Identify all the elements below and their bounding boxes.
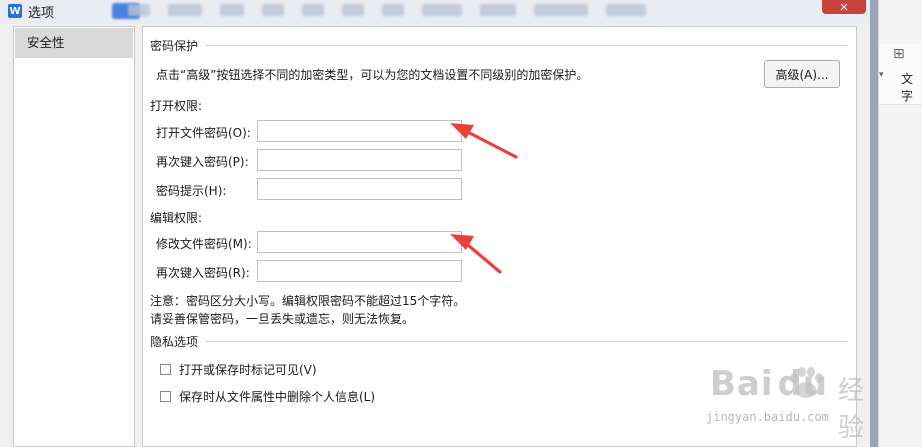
open-password-confirm-label: 再次键入密码(P): <box>156 155 249 169</box>
password-protection-title: 密码保护 <box>150 39 199 53</box>
red-arrow-annotation <box>450 234 502 274</box>
red-arrow-annotation <box>450 123 518 159</box>
privacy-option-mark-visible[interactable]: 打开或保存时标记可见(V) <box>160 361 317 378</box>
open-permission-title: 打开权限: <box>150 99 203 113</box>
advanced-button[interactable]: 高级(A)... <box>764 60 840 88</box>
checkbox-label: 保存时从文件属性中删除个人信息(L) <box>179 390 376 404</box>
close-icon: ✕ <box>839 0 849 14</box>
background-app-panel: ▾ 文字 ⊞ <box>878 0 922 447</box>
dialog-title-bar: W 选项 <box>0 0 870 22</box>
modify-password-field[interactable] <box>257 231 462 253</box>
open-password-field[interactable] <box>257 120 462 142</box>
open-password-confirm-field[interactable] <box>257 149 462 171</box>
modify-password-label: 修改文件密码(M): <box>156 237 252 251</box>
watermark-url: jingyan.baidu.com <box>706 410 829 424</box>
close-button[interactable]: ✕ <box>822 0 866 14</box>
modify-password-confirm-field[interactable] <box>257 260 462 282</box>
checkbox[interactable] <box>160 364 171 375</box>
dialog-title: 选项 <box>28 5 55 21</box>
privacy-option-remove-personal-info[interactable]: 保存时从文件属性中删除个人信息(L) <box>160 388 375 405</box>
grid-icon[interactable]: ⊞ <box>893 46 905 62</box>
password-note-1: 注意：密码区分大小写。编辑权限密码不能超过15个字符。 <box>150 294 466 308</box>
privacy-title: 隐私选项 <box>150 335 199 349</box>
group-divider <box>205 341 847 342</box>
password-hint-label: 密码提示(H): <box>156 184 227 198</box>
chevron-down-icon[interactable]: ▾ <box>879 70 884 80</box>
options-nav: 安全性 <box>13 26 135 447</box>
baidu-jingyan-watermark: Bai du 经验 jingyan.baidu.com <box>690 348 880 443</box>
modify-password-confirm-label: 再次键入密码(R): <box>156 266 250 280</box>
wps-writer-icon: W <box>8 4 22 18</box>
password-hint-field[interactable] <box>257 178 462 200</box>
checkbox-label: 打开或保存时标记可见(V) <box>179 363 317 377</box>
password-protection-description: 点击“高级”按钮选择不同的加密类型，可以为您的文档设置不同级别的加密保护。 <box>156 68 589 82</box>
ribbon-text-label[interactable]: 文字 <box>901 70 922 104</box>
watermark-jingyan: 经验 <box>838 376 865 443</box>
group-divider <box>205 45 847 46</box>
password-note-2: 请妥善保管密码，一旦丢失或遗忘，则无法恢复。 <box>150 312 415 326</box>
checkbox[interactable] <box>160 391 171 402</box>
watermark-brand: Bai du <box>710 364 829 404</box>
nav-item-security[interactable]: 安全性 <box>15 28 133 58</box>
edit-permission-title: 编辑权限: <box>150 211 203 225</box>
open-password-label: 打开文件密码(O): <box>156 126 251 140</box>
